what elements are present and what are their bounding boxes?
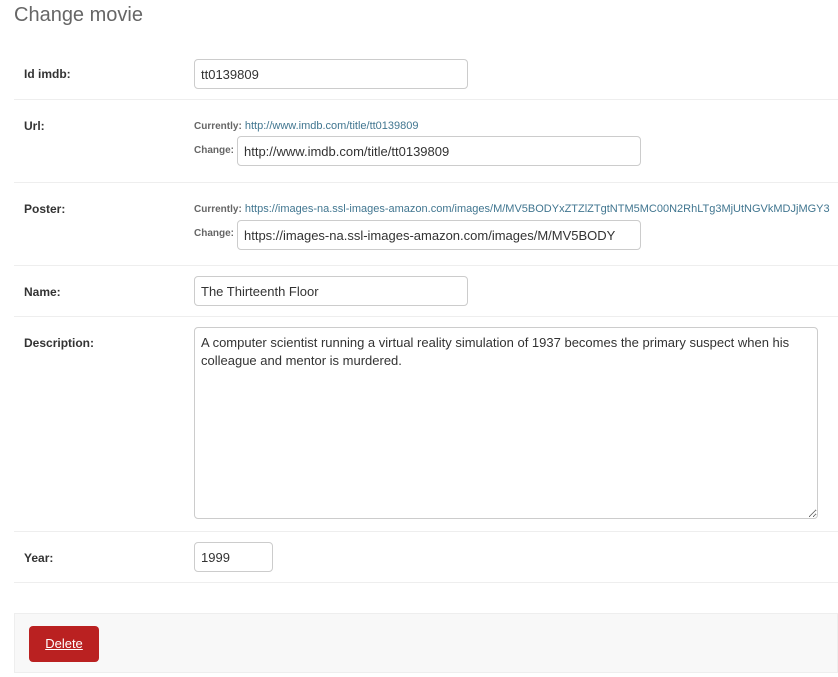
submit-row: Delete <box>14 613 838 673</box>
name-input[interactable] <box>194 276 468 306</box>
poster-input[interactable] <box>237 220 641 250</box>
poster-currently: Currently: https://images-na.ssl-images-… <box>194 203 830 215</box>
poster-currently-link[interactable]: https://images-na.ssl-images-amazon.com/… <box>245 203 830 215</box>
page-title: Change movie <box>14 4 143 26</box>
poster-currently-label: Currently: <box>194 204 242 215</box>
id-imdb-label: Id imdb: <box>24 67 71 81</box>
url-label: Url: <box>24 119 45 133</box>
url-input[interactable] <box>237 136 641 166</box>
id-imdb-input[interactable] <box>194 59 468 89</box>
name-label: Name: <box>24 285 61 299</box>
form-row-year: Year: <box>14 532 838 583</box>
url-currently-link[interactable]: http://www.imdb.com/title/tt0139809 <box>245 120 419 132</box>
form-row-url: Url: Currently: http://www.imdb.com/titl… <box>14 100 838 183</box>
year-input[interactable] <box>194 542 273 572</box>
delete-button[interactable]: Delete <box>29 626 99 662</box>
poster-change-label: Change: <box>194 228 234 239</box>
change-movie-page: Change movie Id imdb: Url: Currently: ht… <box>0 0 838 677</box>
url-change-label: Change: <box>194 145 234 156</box>
url-currently-label: Currently: <box>194 121 242 132</box>
year-label: Year: <box>24 551 54 565</box>
description-textarea[interactable]: A computer scientist running a virtual r… <box>194 327 818 519</box>
description-label: Description: <box>24 336 95 350</box>
form-row-name: Name: <box>14 266 838 317</box>
form-row-id-imdb: Id imdb: <box>14 48 838 100</box>
poster-label: Poster: <box>24 202 66 216</box>
url-currently: Currently: http://www.imdb.com/title/tt0… <box>194 120 419 132</box>
form-row-description: Description: A computer scientist runnin… <box>14 317 838 532</box>
form-row-poster: Poster: Currently: https://images-na.ssl… <box>14 183 838 266</box>
